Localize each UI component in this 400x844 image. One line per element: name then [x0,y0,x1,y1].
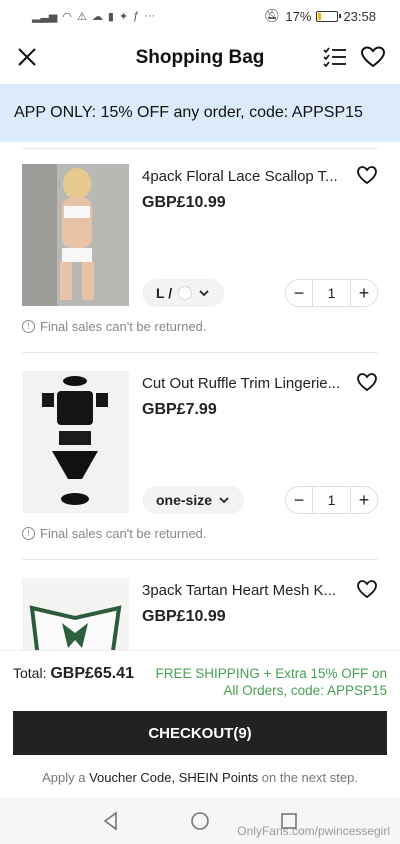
shipping-promo: FREE SHIPPING + Extra 15% OFF on All Ord… [155,666,387,698]
cart-item: Cut Out Ruffle Trim Lingerie... GBP£7.99… [0,349,400,560]
increase-button[interactable]: + [351,280,377,306]
quantity-value: 1 [312,280,351,306]
voucher-link[interactable]: Voucher Code, SHEIN Points [89,770,258,785]
back-icon[interactable] [100,810,122,832]
more-icon: ··· [144,10,156,22]
product-image[interactable] [22,164,129,306]
cloud-icon: ☁ [91,10,103,23]
product-price: GBP£10.99 [142,608,226,625]
variant-selector[interactable]: L / [142,279,225,307]
checkout-button[interactable]: CHECKOUT(9) [13,711,387,755]
quantity-stepper[interactable]: − 1 + [285,279,378,307]
checkout-footer: Total: GBP£65.41 FREE SHIPPING + Extra 1… [0,650,400,798]
info-icon: ! [22,527,35,540]
promo-text: APP ONLY: 15% OFF any order, code: APPSP… [14,104,363,121]
total-value: GBP£65.41 [50,665,134,682]
hint-suffix: on the next step. [261,770,358,785]
product-image[interactable] [22,371,129,513]
product-name[interactable]: 3pack Tartan Heart Mesh K... [142,582,344,599]
product-price: GBP£10.99 [142,194,226,211]
chevron-down-icon [219,497,229,504]
increase-button[interactable]: + [351,487,377,513]
signal-icon: ▂▃▅ [32,10,58,23]
app-header: Shopping Bag [0,32,400,84]
final-sale-notice: ! Final sales can't be returned. [22,526,207,541]
status-bar: ▂▃▅ ◠ ⚠ ☁ ▮ ✦ ƒ ··· 🔕︎ 17% 23:58 [0,0,400,32]
total-label: Total: [13,665,47,681]
mute-icon: 🔕︎ [263,8,281,23]
battery-percent: 17% [285,8,312,24]
color-swatch [178,286,193,300]
wifi-icon: ◠ [62,10,72,23]
variant-selector[interactable]: one-size [142,486,245,514]
quantity-value: 1 [312,487,351,513]
promo-banner[interactable]: APP ONLY: 15% OFF any order, code: APPSP… [0,84,400,142]
clock: 23:58 [343,8,376,24]
close-icon[interactable] [14,44,40,70]
notice-text: Final sales can't be returned. [40,319,207,334]
product-image[interactable] [22,578,129,650]
facebook-icon: ƒ [133,10,140,22]
cart-item-list[interactable]: 4pack Floral Lace Scallop T... GBP£10.99… [0,142,400,650]
order-total: Total: GBP£65.41 [13,665,134,683]
watermark: OnlyFans.com/pwincessegirl [237,824,390,838]
product-name[interactable]: Cut Out Ruffle Trim Lingerie... [142,375,344,392]
chevron-down-icon [199,290,209,297]
heart-icon[interactable] [356,164,378,186]
status-icons-left: ▂▃▅ ◠ ⚠ ☁ ▮ ✦ ƒ ··· [32,10,155,23]
page-title: Shopping Bag [135,47,265,68]
warning-icon: ⚠ [77,10,87,23]
notice-text: Final sales can't be returned. [40,526,207,541]
home-icon[interactable] [189,810,211,832]
battery-icon [316,10,342,22]
notification-icon: ▮ [107,10,114,23]
variant-label: L / [156,285,173,301]
product-price: GBP£7.99 [142,401,217,418]
final-sale-notice: ! Final sales can't be returned. [22,319,207,334]
decrease-button[interactable]: − [286,487,312,513]
twitter-icon: ✦ [118,10,129,23]
status-icons-right: 🔕︎ 17% 23:58 [264,8,376,24]
cart-item: 3pack Tartan Heart Mesh K... GBP£10.99 [0,556,400,650]
checklist-icon[interactable] [322,44,348,70]
cart-item: 4pack Floral Lace Scallop T... GBP£10.99… [0,142,400,353]
system-nav-bar: OnlyFans.com/pwincessegirl [0,798,400,844]
quantity-stepper[interactable]: − 1 + [285,486,378,514]
product-name[interactable]: 4pack Floral Lace Scallop T... [142,168,344,185]
heart-icon[interactable] [356,371,378,393]
heart-icon[interactable] [356,578,378,600]
decrease-button[interactable]: − [286,280,312,306]
info-icon: ! [22,320,35,333]
hint-prefix: Apply a [42,770,86,785]
voucher-hint: Apply a Voucher Code, SHEIN Points on th… [0,770,400,785]
wishlist-heart-icon[interactable] [360,44,386,70]
variant-label: one-size [156,492,213,508]
